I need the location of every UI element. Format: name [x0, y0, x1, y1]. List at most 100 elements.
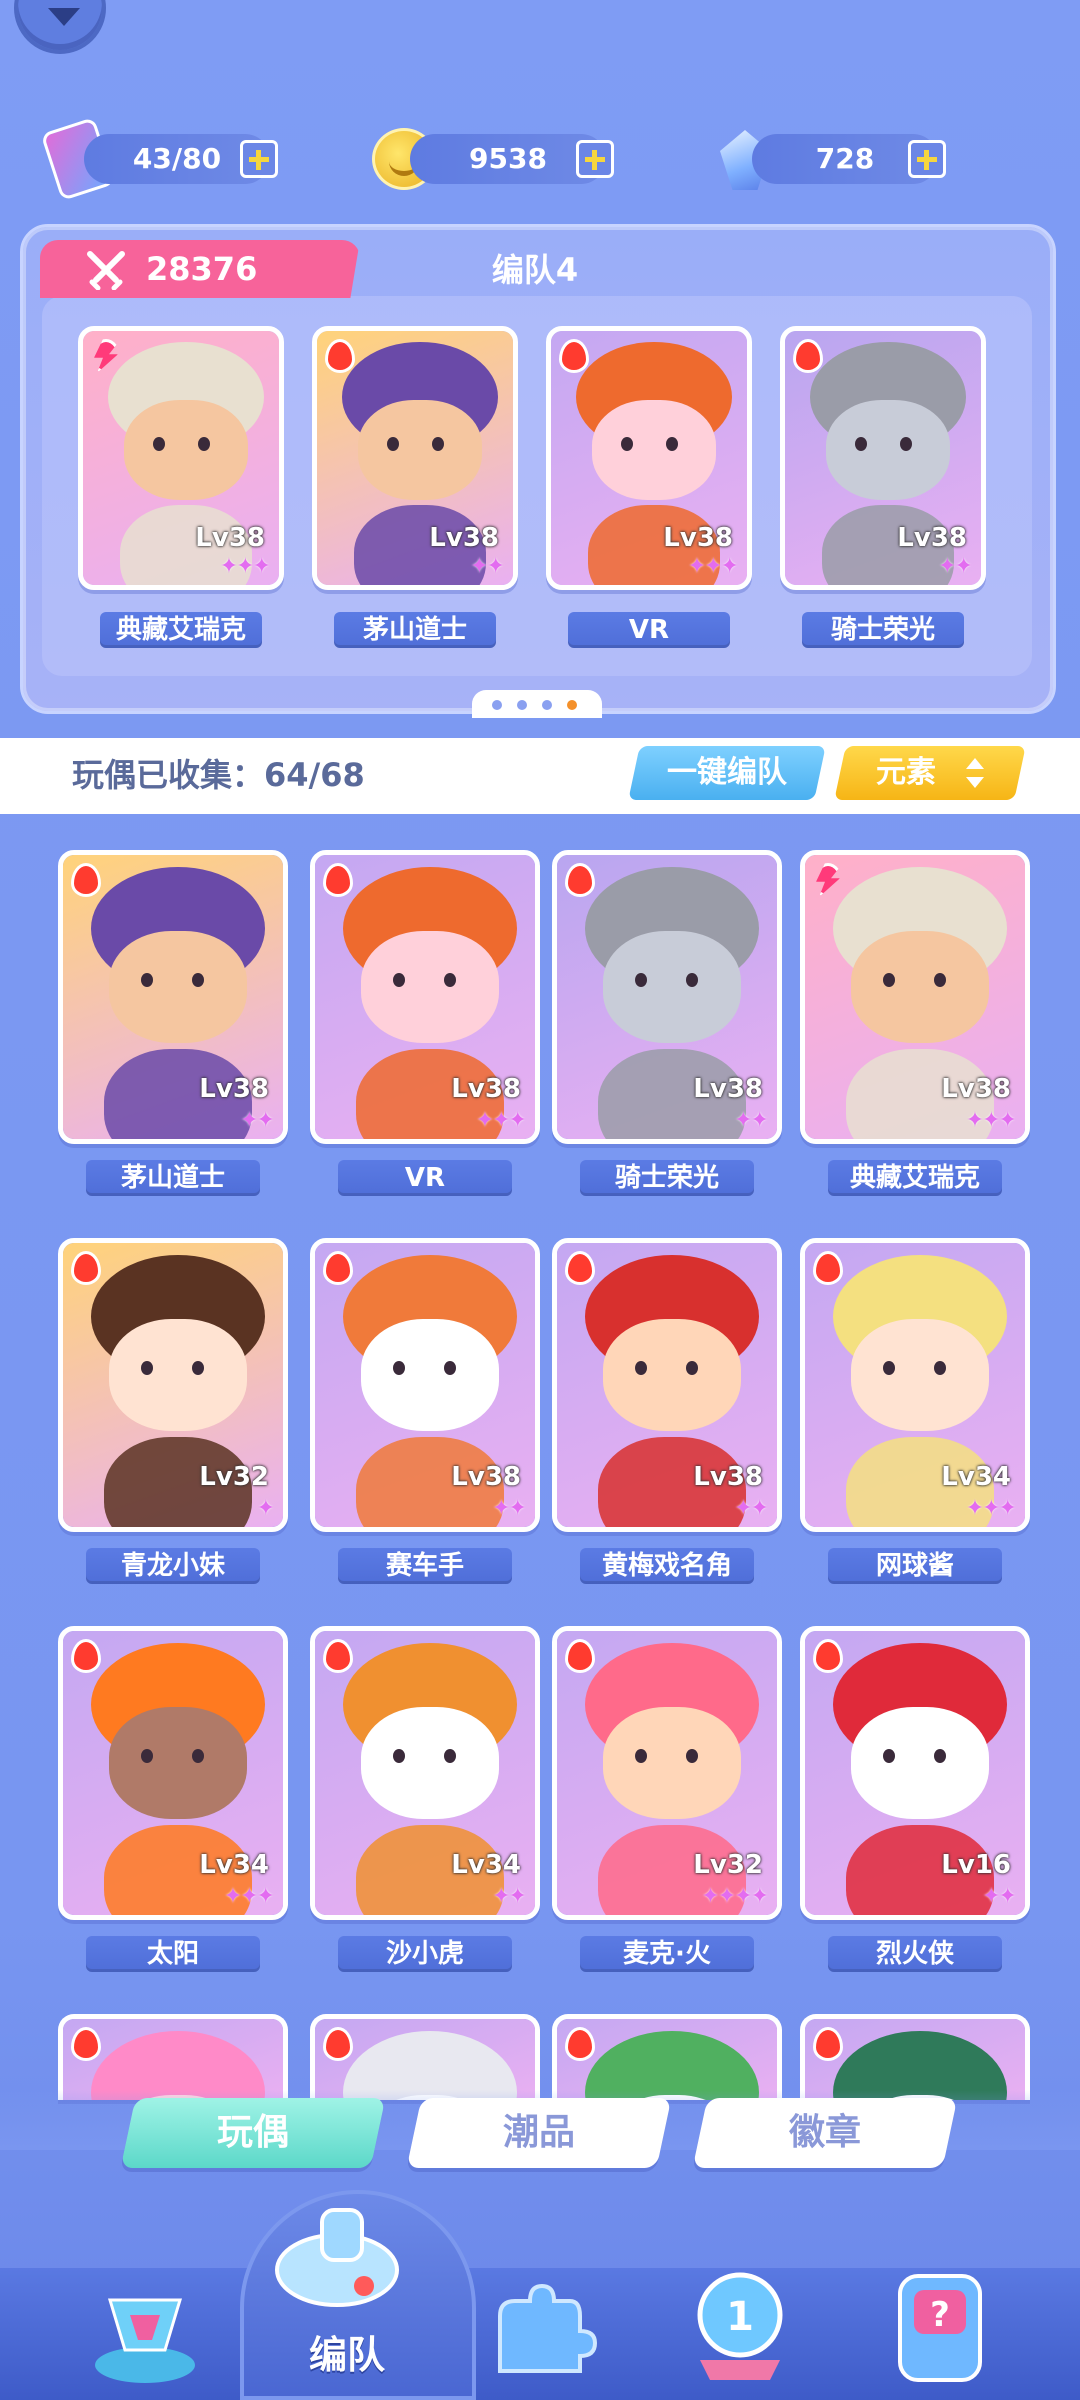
character-eye	[393, 1748, 406, 1763]
doll-card[interactable]	[552, 2014, 782, 2100]
level-label: Lv38	[693, 1073, 763, 1104]
fire-element-icon	[71, 2027, 101, 2061]
doll-name: 茅山道士	[86, 1160, 260, 1196]
element-filter-label: 元素	[876, 755, 936, 790]
doll-card[interactable]: Lv38 ✦✦✦	[800, 850, 1030, 1144]
tab-label: 徽章	[788, 2112, 861, 2153]
fire-element-icon	[325, 339, 355, 373]
character-eye	[141, 1360, 154, 1375]
doll-card[interactable]: Lv38 ✦✦	[552, 1238, 782, 1532]
character-face	[361, 1319, 499, 1432]
level-label: Lv34	[451, 1849, 521, 1880]
fire-element-icon	[559, 339, 589, 373]
doll-card[interactable]: Lv16 ✦✦	[800, 1626, 1030, 1920]
doll-card[interactable]	[58, 2014, 288, 2100]
auto-team-label: 一键编队	[667, 755, 787, 790]
character-eye	[855, 436, 868, 451]
star-rating: ✦✦✦	[965, 1108, 1017, 1133]
element-filter-button[interactable]: 元素	[834, 746, 1026, 800]
mystery-machine-icon[interactable]: ?	[880, 2266, 1000, 2390]
star-rating: ✦✦	[938, 554, 973, 579]
whistle-icon[interactable]	[262, 2200, 412, 2320]
level-label: Lv32	[693, 1849, 763, 1880]
character-eye	[141, 1748, 154, 1763]
doll-card[interactable]: Lv38 ✦✦	[552, 850, 782, 1144]
level-label: Lv38	[941, 1073, 1011, 1104]
level-label: Lv34	[941, 1461, 1011, 1492]
star-rating: ✦✦	[240, 1108, 275, 1133]
tab-label: 玩偶	[216, 2112, 289, 2153]
add-ticket-button[interactable]	[240, 140, 278, 178]
level-label: Lv38	[199, 1073, 269, 1104]
character-eye	[621, 436, 634, 451]
level-label: Lv32	[199, 1461, 269, 1492]
character-eye	[666, 436, 679, 451]
doll-card[interactable]: Lv32 ✦✦✦✦	[552, 1626, 782, 1920]
back-button[interactable]	[14, 0, 106, 54]
character-eye	[883, 972, 896, 987]
star-rating: ✦✦✦	[219, 554, 271, 579]
character-eye	[443, 972, 456, 987]
doll-card[interactable]: Lv34 ✦✦✦	[58, 1626, 288, 1920]
nav-active-label: 编队	[308, 2333, 385, 2377]
character-eye	[387, 436, 400, 451]
tab-badges[interactable]: 徽章	[692, 2098, 958, 2168]
team-name[interactable]: 编队4	[360, 248, 710, 292]
crossed-swords-icon	[87, 251, 125, 290]
doll-name: 赛车手	[338, 1548, 512, 1584]
svg-text:1: 1	[726, 2294, 754, 2340]
tab-trends[interactable]: 潮品	[406, 2098, 672, 2168]
character-face	[592, 399, 716, 500]
character-face	[851, 1319, 989, 1432]
level-label: Lv38	[693, 1461, 763, 1492]
doll-card[interactable]: Lv38 ✦✦	[312, 326, 518, 590]
character-eye	[933, 1748, 946, 1763]
doll-card[interactable]: Lv34 ✦✦	[310, 1626, 540, 1920]
doll-name: 骑士荣光	[580, 1160, 754, 1196]
doll-card[interactable]: Lv32 ✦	[58, 1238, 288, 1532]
doll-card[interactable]: Lv38 ✦✦✦	[78, 326, 284, 590]
doll-card[interactable]: Lv38 ✦✦✦	[546, 326, 752, 590]
doll-name: 麦克·火	[580, 1936, 754, 1972]
team-page-indicator	[472, 690, 602, 718]
character-eye	[153, 436, 166, 451]
character-eye	[432, 436, 445, 451]
star-rating: ✦✦	[734, 1496, 769, 1521]
level-label: Lv38	[451, 1461, 521, 1492]
fire-element-icon	[323, 1639, 353, 1673]
sort-arrows-icon	[966, 758, 984, 788]
character-face	[361, 931, 499, 1044]
doll-card[interactable]: Lv38 ✦✦✦	[310, 850, 540, 1144]
character-face	[826, 399, 950, 500]
doll-card[interactable]: Lv38 ✦✦	[780, 326, 986, 590]
puzzle-icon[interactable]	[480, 2276, 600, 2386]
character-face	[603, 1707, 741, 1820]
doll-name: 黄梅戏名角	[580, 1548, 754, 1584]
character-eye	[393, 1360, 406, 1375]
star-rating: ✦✦	[734, 1108, 769, 1133]
team-power-value: 28376	[146, 250, 258, 288]
character-eye	[635, 1360, 648, 1375]
auto-team-button[interactable]: 一键编队	[628, 746, 826, 800]
tab-dolls[interactable]: 玩偶	[120, 2098, 386, 2168]
doll-card[interactable]: Lv38 ✦✦	[58, 850, 288, 1144]
fire-element-icon	[813, 1251, 843, 1285]
character-face	[851, 1707, 989, 1820]
gem-counter: 728	[752, 134, 946, 184]
doll-card[interactable]: Lv38 ✦✦	[310, 1238, 540, 1532]
add-coin-button[interactable]	[576, 140, 614, 178]
arrow-down-icon	[48, 8, 80, 26]
team-power-tag: 28376	[40, 240, 360, 298]
medal-icon[interactable]: 1	[670, 2260, 810, 2390]
doll-card[interactable]: Lv34 ✦✦✦	[800, 1238, 1030, 1532]
trophy-cup-icon[interactable]	[80, 2270, 210, 2390]
character-eye	[635, 972, 648, 987]
svg-text:?: ?	[930, 2295, 950, 2335]
page-dot	[567, 700, 577, 710]
collection-count: 玩偶已收集：64/68	[72, 756, 365, 794]
add-gem-button[interactable]	[908, 140, 946, 178]
character-face	[361, 1707, 499, 1820]
doll-card[interactable]	[310, 2014, 540, 2100]
level-label: Lv38	[429, 523, 499, 554]
doll-card[interactable]	[800, 2014, 1030, 2100]
